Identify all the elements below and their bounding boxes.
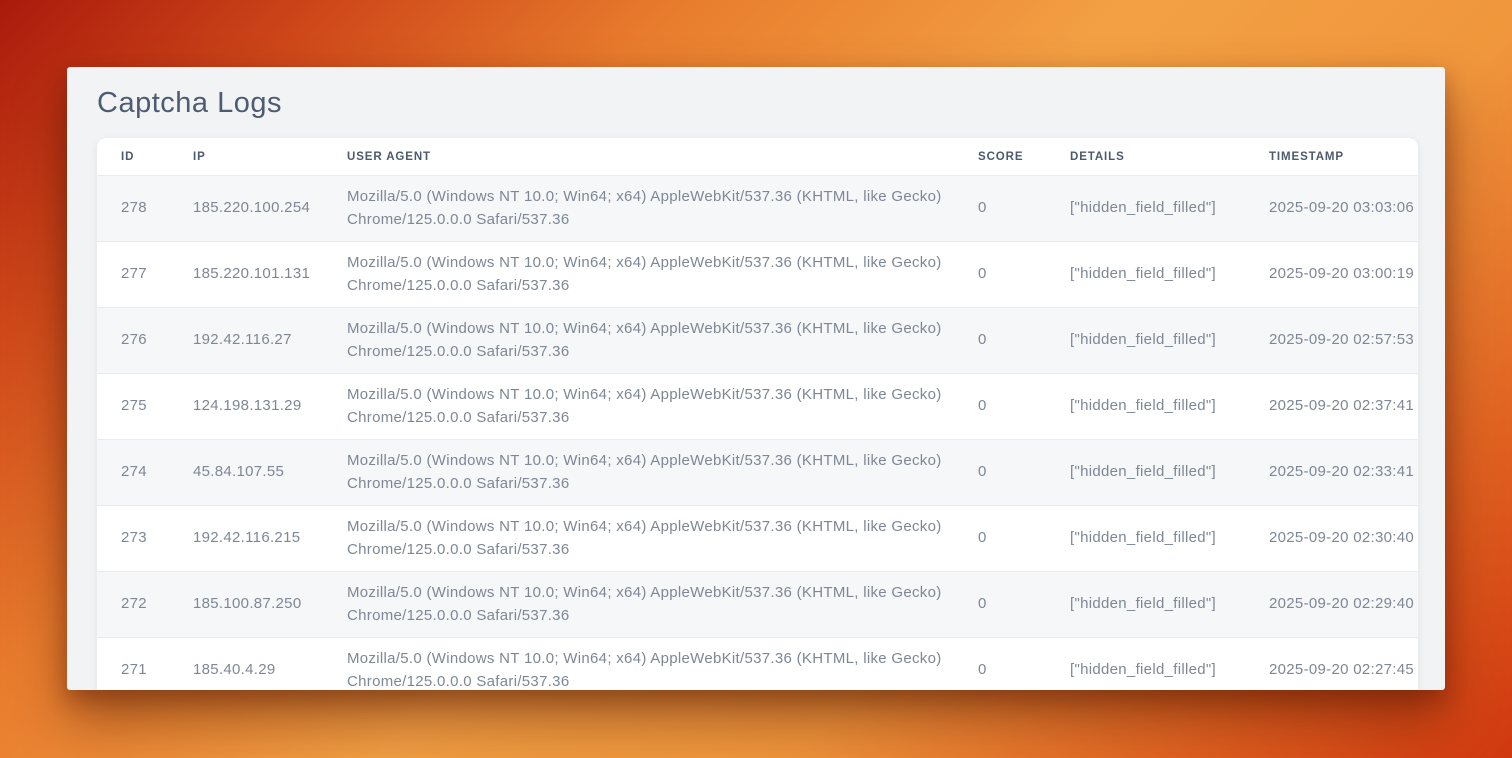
cell-timestamp: 2025-09-20 02:27:45 <box>1245 638 1418 691</box>
column-header-score: SCORE <box>954 138 1046 176</box>
cell-id: 273 <box>97 506 169 572</box>
cell-ip: 192.42.116.215 <box>169 506 323 572</box>
cell-user-agent: Mozilla/5.0 (Windows NT 10.0; Win64; x64… <box>323 308 954 374</box>
table-row: 277 185.220.101.131 Mozilla/5.0 (Windows… <box>97 242 1418 308</box>
cell-id: 276 <box>97 308 169 374</box>
cell-details: ["hidden_field_filled"] <box>1046 374 1245 440</box>
cell-ip: 185.220.100.254 <box>169 176 323 242</box>
cell-timestamp: 2025-09-20 02:33:41 <box>1245 440 1418 506</box>
table-row: 274 45.84.107.55 Mozilla/5.0 (Windows NT… <box>97 440 1418 506</box>
table-body: 278 185.220.100.254 Mozilla/5.0 (Windows… <box>97 176 1418 691</box>
cell-score: 0 <box>954 374 1046 440</box>
cell-user-agent: Mozilla/5.0 (Windows NT 10.0; Win64; x64… <box>323 638 954 691</box>
cell-details: ["hidden_field_filled"] <box>1046 506 1245 572</box>
column-header-timestamp: TIMESTAMP <box>1245 138 1418 176</box>
cell-user-agent: Mozilla/5.0 (Windows NT 10.0; Win64; x64… <box>323 374 954 440</box>
cell-timestamp: 2025-09-20 02:29:40 <box>1245 572 1418 638</box>
cell-details: ["hidden_field_filled"] <box>1046 176 1245 242</box>
cell-id: 275 <box>97 374 169 440</box>
column-header-ip: IP <box>169 138 323 176</box>
logs-table-container: ID IP USER AGENT SCORE DETAILS TIMESTAMP… <box>97 138 1418 690</box>
cell-id: 277 <box>97 242 169 308</box>
cell-user-agent: Mozilla/5.0 (Windows NT 10.0; Win64; x64… <box>323 242 954 308</box>
table-row: 276 192.42.116.27 Mozilla/5.0 (Windows N… <box>97 308 1418 374</box>
cell-score: 0 <box>954 572 1046 638</box>
table-row: 278 185.220.100.254 Mozilla/5.0 (Windows… <box>97 176 1418 242</box>
cell-id: 271 <box>97 638 169 691</box>
cell-ip: 185.40.4.29 <box>169 638 323 691</box>
cell-timestamp: 2025-09-20 03:03:06 <box>1245 176 1418 242</box>
cell-ip: 192.42.116.27 <box>169 308 323 374</box>
table-row: 275 124.198.131.29 Mozilla/5.0 (Windows … <box>97 374 1418 440</box>
logs-table: ID IP USER AGENT SCORE DETAILS TIMESTAMP… <box>97 138 1418 690</box>
cell-score: 0 <box>954 440 1046 506</box>
table-row: 273 192.42.116.215 Mozilla/5.0 (Windows … <box>97 506 1418 572</box>
column-header-id: ID <box>97 138 169 176</box>
table-header: ID IP USER AGENT SCORE DETAILS TIMESTAMP <box>97 138 1418 176</box>
cell-timestamp: 2025-09-20 02:37:41 <box>1245 374 1418 440</box>
cell-timestamp: 2025-09-20 02:57:53 <box>1245 308 1418 374</box>
cell-id: 274 <box>97 440 169 506</box>
cell-timestamp: 2025-09-20 03:00:19 <box>1245 242 1418 308</box>
cell-ip: 185.100.87.250 <box>169 572 323 638</box>
cell-details: ["hidden_field_filled"] <box>1046 308 1245 374</box>
cell-details: ["hidden_field_filled"] <box>1046 440 1245 506</box>
cell-score: 0 <box>954 242 1046 308</box>
page-title: Captcha Logs <box>97 87 1418 120</box>
captcha-logs-card: Captcha Logs ID IP USER AGENT SCORE <box>67 67 1445 690</box>
cell-user-agent: Mozilla/5.0 (Windows NT 10.0; Win64; x64… <box>323 506 954 572</box>
column-header-user-agent: USER AGENT <box>323 138 954 176</box>
cell-ip: 185.220.101.131 <box>169 242 323 308</box>
table-header-row: ID IP USER AGENT SCORE DETAILS TIMESTAMP <box>97 138 1418 176</box>
cell-score: 0 <box>954 638 1046 691</box>
cell-user-agent: Mozilla/5.0 (Windows NT 10.0; Win64; x64… <box>323 440 954 506</box>
cell-details: ["hidden_field_filled"] <box>1046 242 1245 308</box>
cell-ip: 45.84.107.55 <box>169 440 323 506</box>
table-row: 271 185.40.4.29 Mozilla/5.0 (Windows NT … <box>97 638 1418 691</box>
cell-timestamp: 2025-09-20 02:30:40 <box>1245 506 1418 572</box>
cell-details: ["hidden_field_filled"] <box>1046 638 1245 691</box>
cell-score: 0 <box>954 308 1046 374</box>
cell-id: 272 <box>97 572 169 638</box>
cell-user-agent: Mozilla/5.0 (Windows NT 10.0; Win64; x64… <box>323 176 954 242</box>
column-header-details: DETAILS <box>1046 138 1245 176</box>
table-row: 272 185.100.87.250 Mozilla/5.0 (Windows … <box>97 572 1418 638</box>
page-background: Captcha Logs ID IP USER AGENT SCORE <box>0 0 1512 758</box>
cell-ip: 124.198.131.29 <box>169 374 323 440</box>
cell-details: ["hidden_field_filled"] <box>1046 572 1245 638</box>
cell-score: 0 <box>954 176 1046 242</box>
cell-id: 278 <box>97 176 169 242</box>
cell-score: 0 <box>954 506 1046 572</box>
cell-user-agent: Mozilla/5.0 (Windows NT 10.0; Win64; x64… <box>323 572 954 638</box>
